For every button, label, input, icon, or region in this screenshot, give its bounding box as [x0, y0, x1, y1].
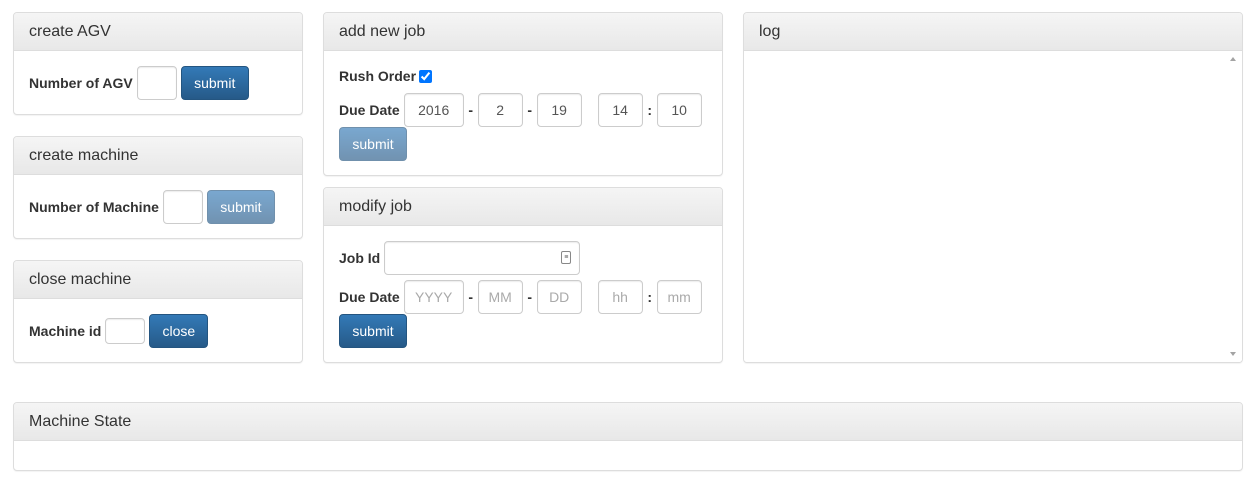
agv-count-label: Number of AGV: [29, 75, 133, 91]
add-due-day-input[interactable]: [536, 93, 582, 127]
add-date-separator-1: -: [468, 102, 474, 118]
modify-job-submit-button[interactable]: submit: [339, 314, 407, 348]
modify-time-separator: :: [647, 289, 653, 305]
create-machine-panel: create machine Number of Machine submit: [13, 136, 303, 239]
log-scrollbar[interactable]: [1225, 51, 1242, 362]
scroll-down-icon[interactable]: [1230, 352, 1236, 356]
modify-due-year-input[interactable]: [403, 280, 464, 314]
add-job-submit-button[interactable]: submit: [339, 127, 407, 161]
add-due-year-input[interactable]: [403, 93, 464, 127]
machine-count-label: Number of Machine: [29, 199, 159, 215]
modify-due-date-label: Due Date: [339, 289, 400, 305]
add-job-heading: add new job: [324, 13, 722, 51]
add-job-panel: add new job Rush Order Due Date - - : su…: [323, 12, 723, 176]
machine-id-input[interactable]: [105, 318, 146, 344]
log-textarea[interactable]: [744, 51, 1242, 362]
create-agv-panel: create AGV Number of AGV submit: [13, 12, 303, 115]
machine-state-panel: Machine State: [13, 402, 1243, 471]
contact-card-icon: ≡: [561, 251, 572, 264]
log-panel: log: [743, 12, 1243, 363]
modify-due-month-input[interactable]: [477, 280, 523, 314]
machine-state-heading: Machine State: [14, 403, 1242, 441]
close-machine-panel: close machine Machine id close: [13, 260, 303, 363]
modify-due-hour-input[interactable]: [597, 280, 643, 314]
modify-due-day-input[interactable]: [536, 280, 582, 314]
add-due-minute-input[interactable]: [656, 93, 702, 127]
add-date-separator-2: -: [527, 102, 533, 118]
rush-order-label: Rush Order: [339, 68, 417, 84]
add-due-date-label: Due Date: [339, 102, 400, 118]
create-machine-submit-button[interactable]: submit: [206, 190, 275, 224]
modify-due-minute-input[interactable]: [656, 280, 702, 314]
create-agv-submit-button[interactable]: submit: [180, 66, 249, 100]
add-due-month-input[interactable]: [477, 93, 523, 127]
agv-count-input[interactable]: [136, 66, 177, 100]
job-id-input[interactable]: [384, 241, 581, 275]
create-machine-heading: create machine: [14, 137, 302, 175]
modify-job-heading: modify job: [324, 188, 722, 226]
machine-count-input[interactable]: [162, 190, 203, 224]
job-id-label: Job Id: [339, 250, 381, 266]
modify-job-panel: modify job Job Id ≡ Due Date - - : submi…: [323, 187, 723, 363]
log-heading: log: [744, 13, 1242, 51]
machine-id-label: Machine id: [29, 323, 102, 339]
add-time-separator: :: [647, 102, 653, 118]
add-due-hour-input[interactable]: [597, 93, 643, 127]
close-machine-heading: close machine: [14, 261, 302, 299]
scroll-up-icon[interactable]: [1230, 57, 1236, 61]
modify-date-separator-2: -: [527, 289, 533, 305]
modify-date-separator-1: -: [468, 289, 474, 305]
rush-order-checkbox[interactable]: [419, 69, 433, 83]
close-machine-button[interactable]: close: [149, 314, 209, 348]
create-agv-heading: create AGV: [14, 13, 302, 51]
